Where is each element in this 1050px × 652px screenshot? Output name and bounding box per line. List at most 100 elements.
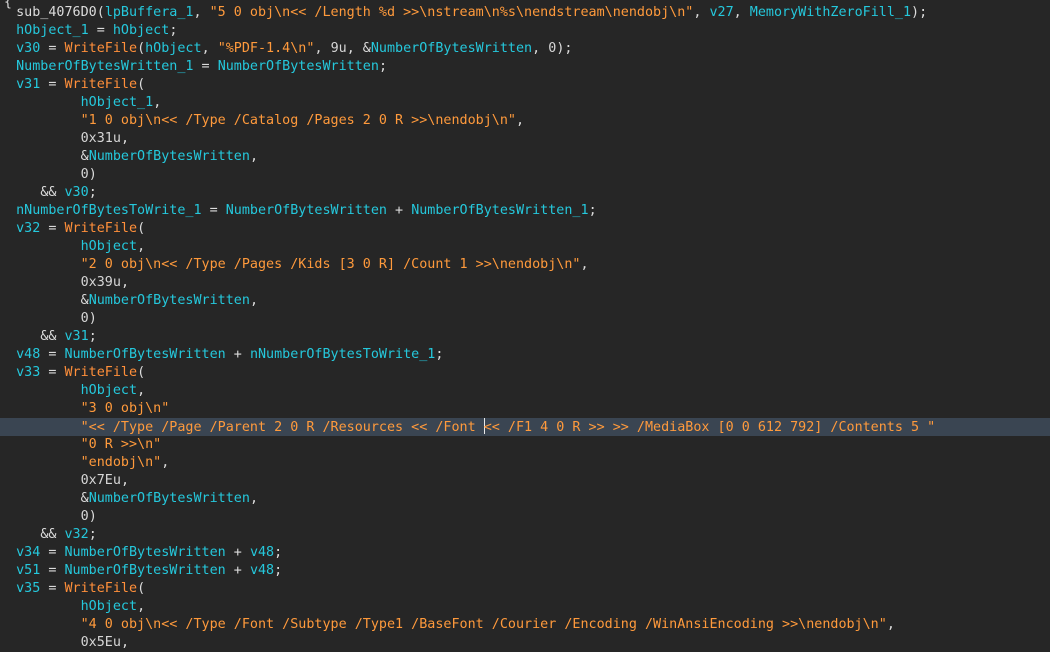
code-line[interactable]: v30 = WriteFile(hObject, "%PDF-1.4\n", 9…: [0, 40, 1050, 58]
code-line[interactable]: v35 = WriteFile(: [0, 580, 1050, 598]
code-identifier[interactable]: v27: [709, 5, 733, 20]
code-punctuation: ;: [88, 527, 97, 542]
code-identifier[interactable]: NumberOfBytesWritten: [226, 203, 387, 218]
code-line[interactable]: 0): [0, 310, 1050, 328]
code-line[interactable]: "2 0 obj\n<< /Type /Pages /Kids [3 0 R] …: [0, 256, 1050, 274]
code-line[interactable]: v34 = NumberOfBytesWritten + v48;: [0, 544, 1050, 562]
code-line[interactable]: "endobj\n",: [0, 454, 1050, 472]
code-identifier[interactable]: v48: [250, 563, 274, 578]
code-line[interactable]: 0): [0, 508, 1050, 526]
code-view[interactable]: { sub_4076D0(lpBuffera_1, "5 0 obj\n<< /…: [0, 0, 1050, 652]
code-line[interactable]: && v32;: [0, 526, 1050, 544]
code-identifier[interactable]: hObject: [145, 41, 201, 56]
code-identifier[interactable]: v32: [16, 221, 40, 236]
code-identifier[interactable]: NumberOfBytesWritten_1: [411, 203, 588, 218]
code-line[interactable]: 0): [0, 166, 1050, 184]
code-line[interactable]: hObject_1 = hObject;: [0, 22, 1050, 40]
code-line[interactable]: hObject,: [0, 598, 1050, 616]
code-punctuation: ,: [532, 41, 549, 56]
code-string-literal: "%PDF-1.4\n": [217, 41, 315, 56]
code-line[interactable]: "1 0 obj\n<< /Type /Catalog /Pages 2 0 R…: [0, 112, 1050, 130]
code-string-literal: "2 0 obj\n<< /Type /Pages /Kids [3 0 R] …: [80, 257, 581, 272]
code-identifier[interactable]: v30: [65, 185, 89, 200]
code-function-name[interactable]: WriteFile: [65, 77, 138, 92]
code-line[interactable]: &NumberOfBytesWritten,: [0, 490, 1050, 508]
code-number-literal: 0: [80, 311, 89, 326]
code-identifier[interactable]: NumberOfBytesWritten: [89, 149, 250, 164]
code-punctuation: ;: [88, 329, 97, 344]
code-line[interactable]: 0x31u,: [0, 130, 1050, 148]
code-punctuation: ,: [153, 95, 162, 110]
code-identifier[interactable]: v30: [16, 41, 40, 56]
code-string-literal: "<< /Type /Page /Parent 2 0 R /Resources…: [80, 420, 484, 435]
code-identifier[interactable]: v32: [65, 527, 89, 542]
code-line[interactable]: NumberOfBytesWritten_1 = NumberOfBytesWr…: [0, 58, 1050, 76]
code-line[interactable]: &NumberOfBytesWritten,: [0, 148, 1050, 166]
code-identifier[interactable]: hObject: [113, 23, 169, 38]
code-line[interactable]: v31 = WriteFile(: [0, 76, 1050, 94]
code-line[interactable]: "4 0 obj\n<< /Type /Font /Subtype /Type1…: [0, 616, 1050, 634]
code-identifier[interactable]: v51: [16, 563, 40, 578]
code-line[interactable]: v32 = WriteFile(: [0, 220, 1050, 238]
code-line[interactable]: 0x5Eu,: [0, 634, 1050, 652]
code-identifier[interactable]: hObject: [81, 383, 137, 398]
code-line[interactable]: v33 = WriteFile(: [0, 364, 1050, 382]
code-punctuation: =: [40, 41, 65, 56]
code-identifier[interactable]: NumberOfBytesWritten: [371, 41, 532, 56]
code-line[interactable]: 0x39u,: [0, 274, 1050, 292]
code-identifier[interactable]: NumberOfBytesWritten: [65, 545, 226, 560]
code-line[interactable]: hObject,: [0, 382, 1050, 400]
code-identifier[interactable]: v48: [16, 347, 40, 362]
code-punctuation: &: [80, 293, 89, 308]
code-identifier[interactable]: hObject: [81, 239, 137, 254]
code-punctuation: =: [201, 203, 226, 218]
code-line[interactable]: "0 R >>\n": [0, 436, 1050, 454]
code-line[interactable]: "3 0 obj\n": [0, 400, 1050, 418]
code-identifier[interactable]: NumberOfBytesWritten: [65, 347, 226, 362]
code-line[interactable]: v48 = NumberOfBytesWritten + nNumberOfBy…: [0, 346, 1050, 364]
code-identifier[interactable]: NumberOfBytesWritten: [218, 59, 379, 74]
code-string-literal: "1 0 obj\n<< /Type /Catalog /Pages 2 0 R…: [80, 113, 516, 128]
code-line[interactable]: hObject,: [0, 238, 1050, 256]
code-identifier[interactable]: v31: [65, 329, 89, 344]
code-identifier[interactable]: NumberOfBytesWritten_1: [16, 59, 193, 74]
code-function-name[interactable]: WriteFile: [65, 365, 138, 380]
code-function-name[interactable]: WriteFile: [65, 41, 138, 56]
code-line[interactable]: v51 = NumberOfBytesWritten + v48;: [0, 562, 1050, 580]
code-identifier[interactable]: hObject_1: [81, 95, 154, 110]
code-identifier[interactable]: lpBuffera_1: [105, 5, 194, 20]
code-line[interactable]: && v31;: [0, 328, 1050, 346]
code-identifier[interactable]: MemoryWithZeroFill_1: [750, 5, 911, 20]
code-function-name[interactable]: WriteFile: [65, 221, 138, 236]
code-punctuation: );: [911, 5, 928, 20]
code-line-current[interactable]: "<< /Type /Page /Parent 2 0 R /Resources…: [0, 418, 1050, 436]
code-identifier[interactable]: v31: [16, 77, 40, 92]
code-line[interactable]: &NumberOfBytesWritten,: [0, 292, 1050, 310]
code-line[interactable]: && v30;: [0, 184, 1050, 202]
code-identifier[interactable]: v48: [250, 545, 274, 560]
code-identifier[interactable]: hObject_1: [16, 23, 89, 38]
code-identifier[interactable]: v33: [16, 365, 40, 380]
code-identifier[interactable]: nNumberOfBytesToWrite_1: [250, 347, 435, 362]
code-identifier[interactable]: hObject: [81, 599, 137, 614]
code-identifier[interactable]: v34: [16, 545, 40, 560]
code-punctuation: +: [387, 203, 412, 218]
code-punctuation: ): [88, 311, 97, 326]
code-punctuation: &: [80, 149, 89, 164]
code-line[interactable]: sub_4076D0(lpBuffera_1, "5 0 obj\n<< /Le…: [0, 4, 1050, 22]
code-line[interactable]: 0x7Eu,: [0, 472, 1050, 490]
code-line[interactable]: nNumberOfBytesToWrite_1 = NumberOfBytesW…: [0, 202, 1050, 220]
code-identifier[interactable]: v35: [16, 581, 40, 596]
code-identifier[interactable]: NumberOfBytesWritten: [89, 491, 250, 506]
code-punctuation: (: [137, 77, 146, 92]
code-identifier[interactable]: NumberOfBytesWritten: [65, 563, 226, 578]
code-identifier[interactable]: NumberOfBytesWritten: [89, 293, 250, 308]
code-line[interactable]: hObject_1,: [0, 94, 1050, 112]
code-function-name[interactable]: WriteFile: [65, 581, 138, 596]
code-identifier[interactable]: nNumberOfBytesToWrite_1: [16, 203, 201, 218]
